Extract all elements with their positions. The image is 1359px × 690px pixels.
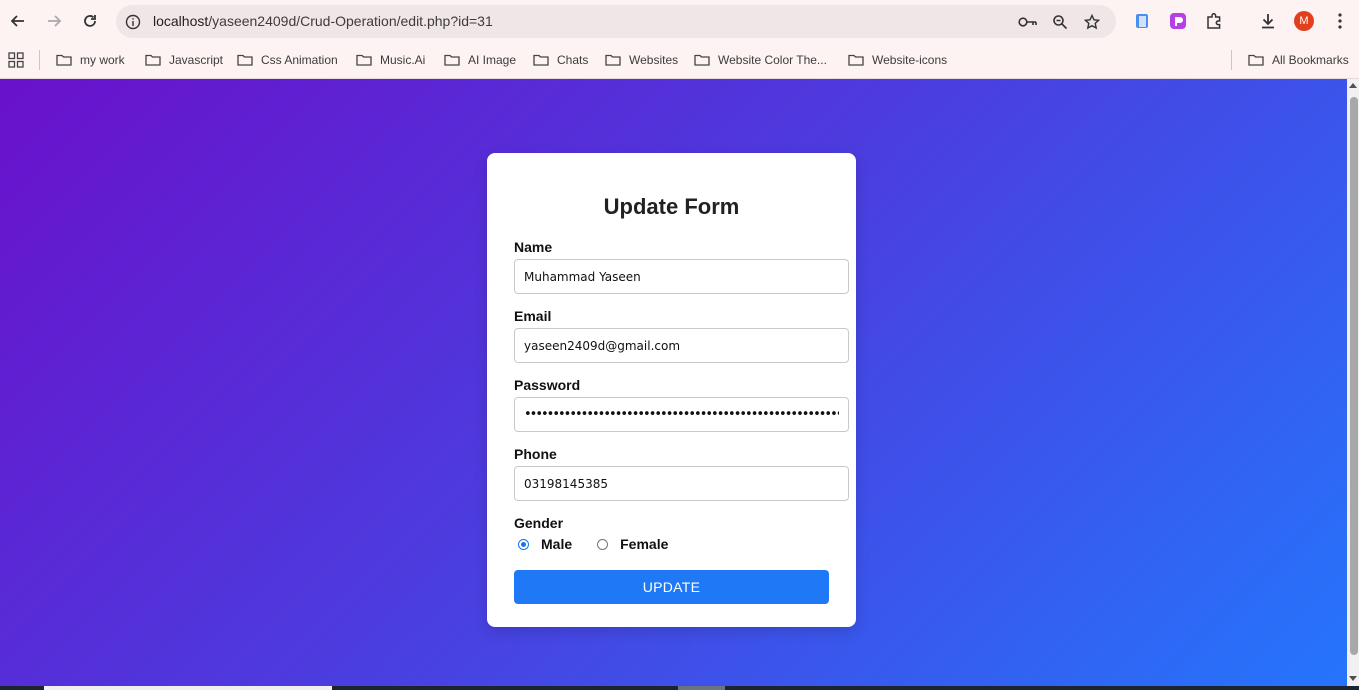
download-icon[interactable] [1256,9,1280,33]
gender-radio-female[interactable] [597,538,609,550]
bookmark-label: Css Animation [261,53,338,67]
email-label: Email [514,308,552,324]
bookmark-folder[interactable]: Websites [605,51,678,69]
taskbar-item[interactable] [44,686,332,690]
bookmark-folder[interactable]: Chats [533,51,588,69]
name-label: Name [514,239,553,255]
bookmark-folder[interactable]: Css Animation [237,51,338,69]
folder-icon [694,54,710,66]
bookmark-label: Websites [629,53,679,67]
gender-option-female[interactable]: Female [620,536,668,552]
url-text[interactable]: localhost/yaseen2409d/Crud-Operation/edi… [153,13,493,29]
folder-icon [848,54,864,66]
gender-option-male[interactable]: Male [541,536,572,552]
bookmark-separator [1231,50,1232,70]
apps-icon[interactable] [8,51,24,69]
scrollbar-thumb[interactable] [1350,97,1358,655]
folder-icon [444,54,460,66]
more-icon[interactable] [1328,9,1352,33]
gender-options: Male Female [518,536,668,552]
password-label: Password [514,377,581,393]
update-button[interactable]: UPDATE [514,570,829,604]
bookmark-label: Website Color The... [718,53,827,67]
scroll-down-icon[interactable] [1349,676,1357,681]
bookmark-folder[interactable]: Website Color The... [694,51,827,69]
email-field[interactable] [514,328,849,363]
bookmark-separator [39,50,40,70]
extension-icon[interactable] [1130,9,1154,33]
scroll-up-icon[interactable] [1349,83,1357,88]
folder-icon [1248,54,1264,66]
bookmark-label: Chats [557,53,589,67]
form-title: Update Form [603,194,740,219]
profile-avatar[interactable]: M [1294,11,1314,31]
name-field[interactable] [514,259,849,294]
all-bookmarks[interactable]: All Bookmarks [1248,51,1349,69]
reload-icon[interactable] [78,9,102,33]
zoom-icon[interactable] [1049,11,1071,33]
address-bar[interactable]: localhost/yaseen2409d/Crud-Operation/edi… [116,5,1116,38]
all-bookmarks-label: All Bookmarks [1272,53,1349,67]
folder-icon [237,54,253,66]
puzzle-icon[interactable] [1202,9,1226,33]
bookmark-label: Website-icons [872,53,948,67]
browser-toolbar: localhost/yaseen2409d/Crud-Operation/edi… [0,0,1359,42]
extension-icon[interactable] [1166,9,1190,33]
password-field[interactable] [514,397,849,432]
star-icon[interactable] [1081,11,1103,33]
bookmark-label: my work [80,53,125,67]
bookmarks-bar: my work Javascript Css Animation Music.A… [0,42,1359,79]
folder-icon [605,54,621,66]
folder-icon [145,54,161,66]
bookmark-folder[interactable]: Website-icons [848,51,947,69]
taskbar-item[interactable] [678,686,725,690]
bookmark-folder[interactable]: my work [56,51,125,69]
gender-radio-male[interactable] [518,538,529,550]
folder-icon [56,54,72,66]
gender-label: Gender [514,515,564,531]
url-host: localhost [153,13,209,29]
bookmark-folder[interactable]: AI Image [444,51,516,69]
site-info-icon[interactable] [122,11,144,33]
bookmark-label: Javascript [169,53,224,67]
update-form-card: Update Form Name Email Password Phone Ge… [487,153,856,627]
folder-icon [533,54,549,66]
back-icon[interactable] [6,9,30,33]
taskbar [0,686,1359,690]
phone-label: Phone [514,446,557,462]
phone-field[interactable] [514,466,849,501]
url-path: /yaseen2409d/Crud-Operation/edit.php?id=… [208,13,493,29]
bookmark-label: Music.Ai [380,53,426,67]
bookmark-folder[interactable]: Music.Ai [356,51,425,69]
bookmark-folder[interactable]: Javascript [145,51,223,69]
folder-icon [356,54,372,66]
key-icon[interactable] [1017,11,1039,33]
bookmark-label: AI Image [468,53,517,67]
forward-icon[interactable] [42,9,66,33]
